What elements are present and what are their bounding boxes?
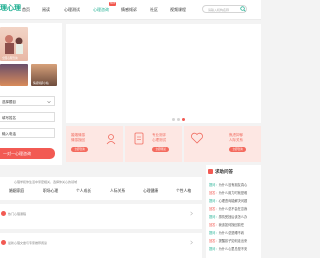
thumb-counseling[interactable]: 全国心理咨询 [0, 27, 28, 61]
qa-item[interactable]: 回答：为什么用力时就是难 [209, 190, 247, 195]
carousel-dot[interactable] [172, 118, 175, 121]
nav-video[interactable]: 视频课程 [170, 7, 186, 13]
nav-community[interactable]: 社区 [150, 7, 158, 13]
search-icon[interactable] [240, 6, 246, 12]
service-title: 专业测评 心理测试 [152, 133, 166, 142]
qa-item[interactable]: 提问：为什么没有朋友真心 [209, 182, 247, 187]
qa-item[interactable]: 回答：为什么总不会在意我 [209, 206, 247, 211]
category-hint[interactable]: 心理学和你生活中紧密相关，选择你关心的领域 [14, 180, 77, 184]
nav-reading[interactable]: 阅读 [42, 7, 50, 13]
service-title: 焦虑抑郁 人际关系 [229, 133, 243, 142]
category-marriage[interactable]: 婚姻家庭 [9, 188, 24, 194]
thumb-caption: 全国心理咨询 [2, 57, 18, 60]
qa-item[interactable]: 回答：提醒孩子如何走出来 [209, 238, 247, 243]
service-button[interactable]: 立即测试 [152, 147, 169, 152]
section-icon [1, 211, 6, 216]
clipboard-icon [134, 132, 144, 145]
qa-panel [206, 165, 261, 258]
nav-emotion[interactable]: 情感倾诉 [121, 7, 137, 13]
qa-title-icon [208, 169, 213, 174]
thumb-sunset[interactable]: 情感倾诉小站 [31, 64, 57, 86]
heart-icon [191, 132, 203, 144]
qa-item[interactable]: 提问：为什么总是睡不着 [209, 230, 244, 235]
name-field[interactable]: 填写姓名 [0, 112, 55, 122]
section-icon [1, 240, 6, 245]
category-health[interactable]: 心理健康 [143, 188, 158, 194]
qa-item[interactable]: 回答：我该如何挽回前任 [209, 222, 244, 227]
chevron-right-icon[interactable] [189, 211, 194, 216]
qa-item[interactable]: 提问：心理咨询能解决问题 [209, 198, 247, 203]
section-title: 最新心理文章与专家推荐阅读 [8, 241, 48, 245]
user-icon [106, 134, 116, 145]
hot-badge: HOT [109, 2, 116, 6]
service-button[interactable]: 立即咨询 [71, 147, 88, 152]
category-relations[interactable]: 人际关系 [110, 188, 125, 194]
nav-home[interactable]: 首页 [22, 7, 30, 13]
chevron-down-icon [47, 100, 51, 104]
thumb-lake[interactable] [0, 64, 28, 86]
name-field-value: 填写姓名 [2, 115, 16, 120]
nav-counseling[interactable]: 心理咨询 [93, 7, 109, 13]
chevron-right-icon[interactable] [189, 240, 194, 245]
category-personality[interactable]: 个性人格 [176, 188, 191, 194]
search-placeholder: 请输入机构名称 [208, 7, 230, 12]
nav-psych-test[interactable]: 心理测试 [64, 7, 80, 13]
site-logo[interactable]: 理心理 [0, 3, 21, 13]
consult-submit-button[interactable]: 一对一心理咨询 [0, 148, 55, 159]
thumb-caption: 情感倾诉小站 [33, 82, 49, 85]
banner-carousel[interactable] [66, 24, 261, 123]
service-title: 婚姻情感 情感挽回 [71, 133, 85, 142]
qa-title: 求助问答 [215, 170, 233, 175]
carousel-dot-active[interactable] [182, 118, 185, 121]
phone-field[interactable]: 输入电话 [0, 128, 55, 138]
category-work[interactable]: 职场心理 [43, 188, 58, 194]
topic-select[interactable]: 选择题目 [0, 96, 55, 106]
submit-label: 一对一心理咨询 [3, 151, 31, 156]
content-block [0, 233, 202, 258]
topic-select-value: 选择题目 [2, 99, 16, 104]
content-block [0, 204, 202, 229]
category-growth[interactable]: 个人成长 [76, 188, 91, 194]
qa-item[interactable]: 提问：感情受挫后该怎么办 [209, 214, 247, 219]
service-button[interactable]: 立即咨询 [229, 147, 246, 152]
phone-field-value: 输入电话 [2, 131, 16, 136]
carousel-dot[interactable] [177, 118, 180, 121]
section-title: 热门心理课程 [8, 212, 27, 216]
qa-item[interactable]: 提问：为什么心里总是不安 [209, 246, 247, 251]
